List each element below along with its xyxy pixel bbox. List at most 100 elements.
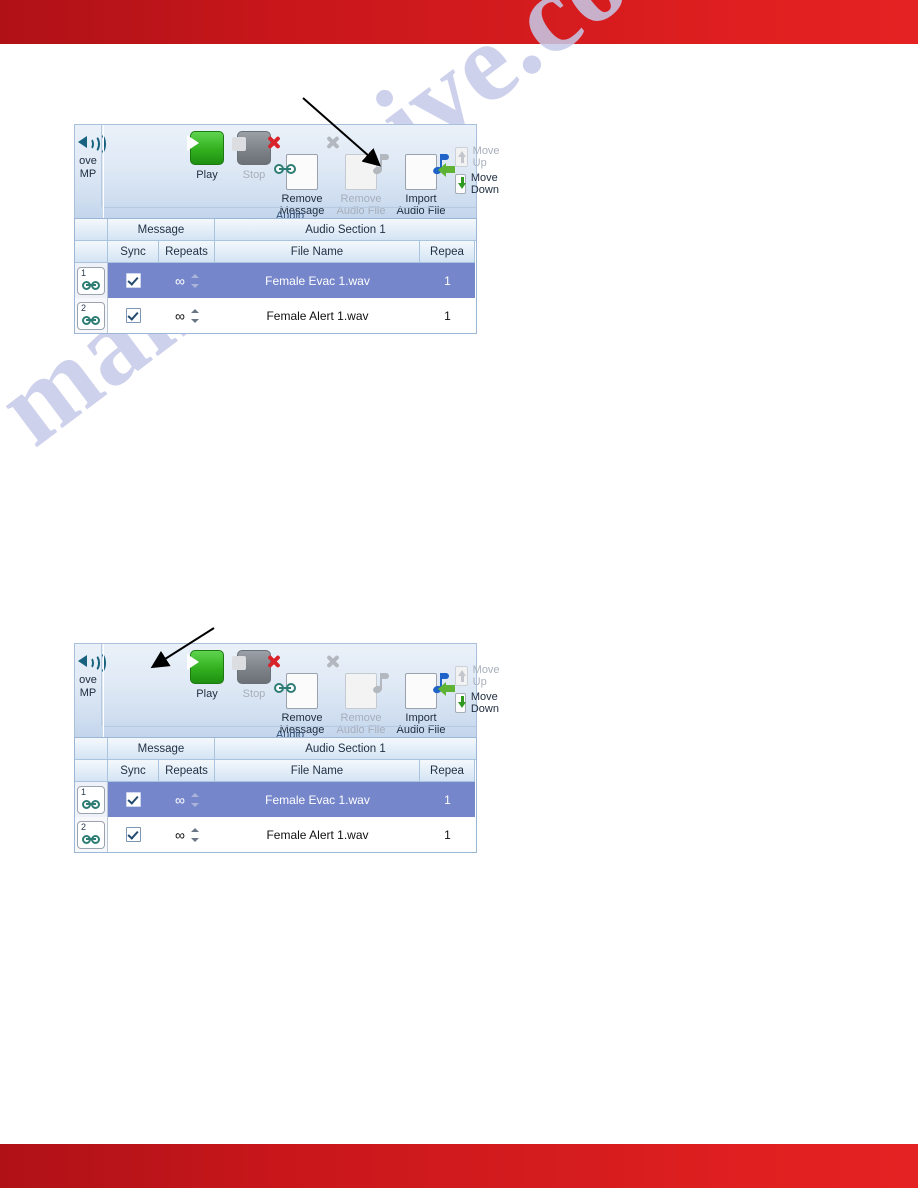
audio-repeats-cell[interactable]: 1 bbox=[420, 782, 475, 817]
move-down-button[interactable]: Move Down bbox=[455, 172, 505, 196]
repeats-spinner[interactable] bbox=[190, 792, 199, 807]
message-icon: 1 bbox=[77, 266, 105, 295]
remove-message-icon bbox=[271, 140, 333, 190]
move-down-icon bbox=[455, 693, 466, 713]
message-cell[interactable]: 2 bbox=[75, 298, 108, 333]
grid-col-header-audio-repeats[interactable]: Repea bbox=[420, 241, 475, 263]
partial-button-label-line1: ove bbox=[79, 155, 97, 167]
grid-group-header-blank bbox=[75, 738, 108, 760]
repeats-value: ∞ bbox=[175, 791, 185, 808]
message-icon: 2 bbox=[77, 820, 105, 849]
grid-col-header-icon[interactable] bbox=[75, 241, 108, 263]
sync-cell[interactable] bbox=[108, 782, 159, 817]
grid-col-header-audio-repeats[interactable]: Repea bbox=[420, 760, 475, 782]
grid-group-header-audio-section: Audio Section 1 bbox=[215, 219, 476, 241]
ribbon-toolbar: ove MP Play Stop Remove Message Remove A… bbox=[74, 124, 500, 222]
screenshot-panel-bottom: ove MP Play Stop Remove Message Remove A… bbox=[74, 643, 500, 853]
top-red-band bbox=[0, 0, 918, 44]
repeats-spinner[interactable] bbox=[190, 308, 199, 323]
speaker-icon bbox=[77, 650, 106, 675]
move-up-button-label: Move Up bbox=[472, 145, 500, 169]
grid-column-header-row: Sync Repeats File Name Repea bbox=[75, 241, 476, 263]
move-down-icon bbox=[455, 174, 466, 194]
message-number: 2 bbox=[81, 821, 87, 832]
ribbon-group-audio: Play Stop Remove Message Remove Audio Fi… bbox=[103, 644, 500, 741]
message-icon: 2 bbox=[77, 301, 105, 330]
table-row[interactable]: 1 ∞ Female Evac 1.wav 1 bbox=[75, 263, 476, 298]
table-row[interactable]: 1 ∞ Female Evac 1.wav 1 bbox=[75, 782, 476, 817]
grid-col-header-repeats[interactable]: Repeats bbox=[159, 241, 215, 263]
grid-group-header-row: Message Audio Section 1 bbox=[75, 738, 476, 760]
import-audio-icon bbox=[390, 659, 455, 709]
sync-checkbox[interactable] bbox=[126, 792, 141, 807]
remove-audio-icon bbox=[330, 659, 392, 709]
move-down-button-label: Move Down bbox=[470, 172, 499, 196]
message-cell[interactable]: 1 bbox=[75, 263, 108, 298]
page-watermark: manualshive.com bbox=[0, 0, 837, 752]
grid-group-header-message: Message bbox=[108, 738, 215, 760]
repeats-spinner[interactable] bbox=[190, 273, 199, 288]
partial-button-label-line1: ove bbox=[79, 674, 97, 686]
ribbon-group-partial-left: ove MP bbox=[75, 644, 106, 726]
grid-column-header-row: Sync Repeats File Name Repea bbox=[75, 760, 476, 782]
grid-group-header-blank bbox=[75, 219, 108, 241]
grid-group-header-audio-section: Audio Section 1 bbox=[215, 738, 476, 760]
message-number: 2 bbox=[81, 302, 87, 313]
grid-col-header-repeats[interactable]: Repeats bbox=[159, 760, 215, 782]
message-number: 1 bbox=[81, 786, 87, 797]
audio-grid: Message Audio Section 1 Sync Repeats Fil… bbox=[74, 218, 477, 334]
repeats-value: ∞ bbox=[175, 272, 185, 289]
grid-col-header-icon[interactable] bbox=[75, 760, 108, 782]
file-name-cell[interactable]: Female Alert 1.wav bbox=[215, 817, 420, 852]
sync-cell[interactable] bbox=[108, 298, 159, 333]
ribbon-toolbar: ove MP Play Stop Remove Message Remove A… bbox=[74, 643, 500, 741]
grid-col-header-sync[interactable]: Sync bbox=[108, 760, 159, 782]
grid-group-header-message: Message bbox=[108, 219, 215, 241]
audio-repeats-cell[interactable]: 1 bbox=[420, 298, 475, 333]
sync-checkbox[interactable] bbox=[126, 273, 141, 288]
screenshot-panel-top: ove MP Play Stop Remove Message Remove A… bbox=[74, 124, 500, 334]
table-row[interactable]: 2 ∞ Female Alert 1.wav 1 bbox=[75, 298, 476, 333]
import-audio-icon bbox=[390, 140, 455, 190]
message-cell[interactable]: 2 bbox=[75, 817, 108, 852]
grid-col-header-sync[interactable]: Sync bbox=[108, 241, 159, 263]
repeats-value: ∞ bbox=[175, 307, 185, 324]
table-row[interactable]: 2 ∞ Female Alert 1.wav 1 bbox=[75, 817, 476, 852]
remove-audio-icon bbox=[330, 140, 392, 190]
repeats-value: ∞ bbox=[175, 826, 185, 843]
repeats-spinner[interactable] bbox=[190, 827, 199, 842]
grid-col-header-file-name[interactable]: File Name bbox=[215, 241, 420, 263]
move-up-icon bbox=[455, 147, 468, 167]
message-number: 1 bbox=[81, 267, 87, 278]
repeats-cell[interactable]: ∞ bbox=[159, 298, 215, 333]
audio-grid: Message Audio Section 1 Sync Repeats Fil… bbox=[74, 737, 477, 853]
sync-cell[interactable] bbox=[108, 263, 159, 298]
sync-cell[interactable] bbox=[108, 817, 159, 852]
file-name-cell[interactable]: Female Evac 1.wav bbox=[215, 263, 420, 298]
file-name-cell[interactable]: Female Alert 1.wav bbox=[215, 298, 420, 333]
move-up-icon bbox=[455, 666, 468, 686]
grid-col-header-file-name[interactable]: File Name bbox=[215, 760, 420, 782]
repeats-cell[interactable]: ∞ bbox=[159, 263, 215, 298]
message-icon: 1 bbox=[77, 785, 105, 814]
partial-button-label-line2: MP bbox=[79, 687, 97, 699]
repeats-cell[interactable]: ∞ bbox=[159, 782, 215, 817]
move-up-button[interactable]: Move Up bbox=[455, 664, 504, 688]
grid-group-header-row: Message Audio Section 1 bbox=[75, 219, 476, 241]
move-down-button[interactable]: Move Down bbox=[455, 691, 505, 715]
move-down-button-label: Move Down bbox=[470, 691, 499, 715]
audio-repeats-cell[interactable]: 1 bbox=[420, 817, 475, 852]
file-name-cell[interactable]: Female Evac 1.wav bbox=[215, 782, 420, 817]
repeats-cell[interactable]: ∞ bbox=[159, 817, 215, 852]
move-up-button-label: Move Up bbox=[472, 664, 500, 688]
partial-button-label-line2: MP bbox=[79, 168, 97, 180]
move-up-button[interactable]: Move Up bbox=[455, 145, 504, 169]
sync-checkbox[interactable] bbox=[126, 827, 141, 842]
audio-repeats-cell[interactable]: 1 bbox=[420, 263, 475, 298]
sync-checkbox[interactable] bbox=[126, 308, 141, 323]
message-cell[interactable]: 1 bbox=[75, 782, 108, 817]
ribbon-group-partial-left: ove MP bbox=[75, 125, 106, 207]
ribbon-group-audio: Play Stop Remove Message Remove Audio Fi… bbox=[103, 125, 500, 222]
speaker-icon bbox=[77, 131, 106, 156]
remove-message-icon bbox=[271, 659, 333, 709]
